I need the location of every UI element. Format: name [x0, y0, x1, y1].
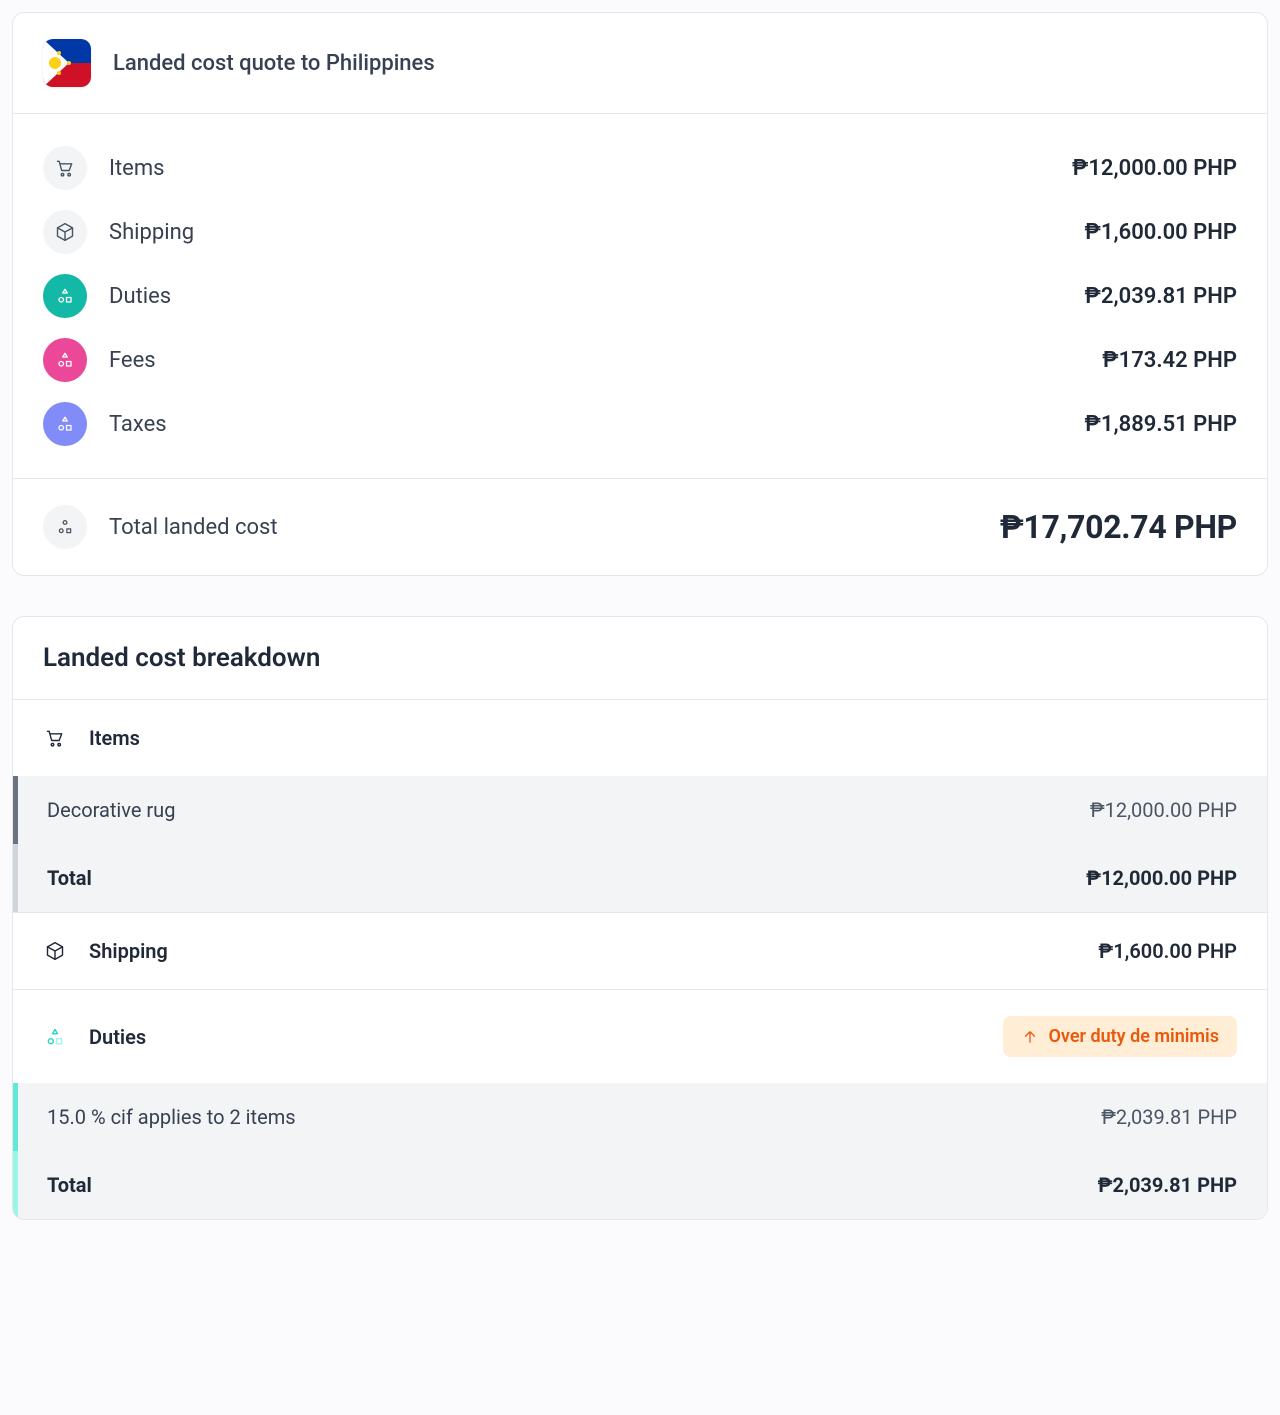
- cart-icon: [43, 146, 87, 190]
- row-label: Duties: [109, 284, 1063, 309]
- summary-title: Landed cost quote to Philippines: [113, 51, 435, 76]
- total-label: Total: [47, 1173, 1098, 1197]
- breakdown-duties-row: 15.0 % cif applies to 2 items ₱2,039.81 …: [13, 1083, 1267, 1151]
- duty-label: 15.0 % cif applies to 2 items: [47, 1105, 1101, 1129]
- summary-row-fees: Fees ₱173.42 PHP: [43, 328, 1237, 392]
- duty-value: ₱2,039.81 PHP: [1101, 1105, 1237, 1129]
- section-label: Shipping: [89, 939, 1076, 963]
- summary-row-taxes: Taxes ₱1,889.51 PHP: [43, 392, 1237, 456]
- breakdown-duties-total: Total ₱2,039.81 PHP: [13, 1151, 1267, 1219]
- summary-row-items: Items ₱12,000.00 PHP: [43, 136, 1237, 200]
- total-value: ₱2,039.81 PHP: [1098, 1173, 1237, 1197]
- summary-row-shipping: Shipping ₱1,600.00 PHP: [43, 200, 1237, 264]
- total-value: ₱17,702.74 PHP: [1000, 508, 1237, 546]
- summary-row-duties: Duties ₱2,039.81 PHP: [43, 264, 1237, 328]
- summary-total: Total landed cost ₱17,702.74 PHP: [13, 478, 1267, 575]
- shapes-icon: [43, 1027, 67, 1047]
- shapes-icon: [43, 402, 87, 446]
- breakdown-duties-header: Duties Over duty de minimis: [13, 989, 1267, 1083]
- section-label: Items: [89, 726, 1237, 750]
- badge-text: Over duty de minimis: [1049, 1026, 1220, 1047]
- summary-body: Items ₱12,000.00 PHP Shipping ₱1,600.00 …: [13, 114, 1267, 478]
- row-label: Items: [109, 156, 1050, 181]
- row-value: ₱173.42 PHP: [1102, 348, 1237, 373]
- flag-icon-philippines: [43, 39, 91, 87]
- summary-header: Landed cost quote to Philippines: [13, 13, 1267, 114]
- breakdown-items-header: Items: [13, 700, 1267, 776]
- row-label: Taxes: [109, 412, 1063, 437]
- cart-icon: [43, 728, 67, 748]
- breakdown-card: Landed cost breakdown Items Decorative r…: [12, 616, 1268, 1220]
- row-value: ₱1,600.00 PHP: [1085, 220, 1237, 245]
- row-value: ₱2,039.81 PHP: [1085, 284, 1237, 309]
- item-label: Decorative rug: [47, 798, 1090, 822]
- total-value: ₱12,000.00 PHP: [1086, 866, 1237, 890]
- summary-card: Landed cost quote to Philippines Items ₱…: [12, 12, 1268, 576]
- section-value: ₱1,600.00 PHP: [1098, 939, 1237, 963]
- total-label: Total landed cost: [109, 515, 978, 540]
- total-icon: [43, 505, 87, 549]
- package-icon: [43, 210, 87, 254]
- breakdown-items-total: Total ₱12,000.00 PHP: [13, 844, 1267, 912]
- arrow-up-icon: [1021, 1028, 1039, 1046]
- de-minimis-badge: Over duty de minimis: [1003, 1016, 1238, 1057]
- breakdown-title: Landed cost breakdown: [43, 643, 320, 673]
- breakdown-shipping-header: Shipping ₱1,600.00 PHP: [13, 912, 1267, 989]
- row-value: ₱12,000.00 PHP: [1072, 156, 1237, 181]
- row-label: Fees: [109, 348, 1080, 373]
- package-icon: [43, 941, 67, 961]
- total-label: Total: [47, 866, 1086, 890]
- shapes-icon: [43, 274, 87, 318]
- row-label: Shipping: [109, 220, 1063, 245]
- breakdown-header: Landed cost breakdown: [13, 617, 1267, 700]
- section-label: Duties: [89, 1025, 981, 1049]
- shapes-icon: [43, 338, 87, 382]
- item-value: ₱12,000.00 PHP: [1090, 798, 1237, 822]
- breakdown-item-row: Decorative rug ₱12,000.00 PHP: [13, 776, 1267, 844]
- row-value: ₱1,889.51 PHP: [1085, 412, 1237, 437]
